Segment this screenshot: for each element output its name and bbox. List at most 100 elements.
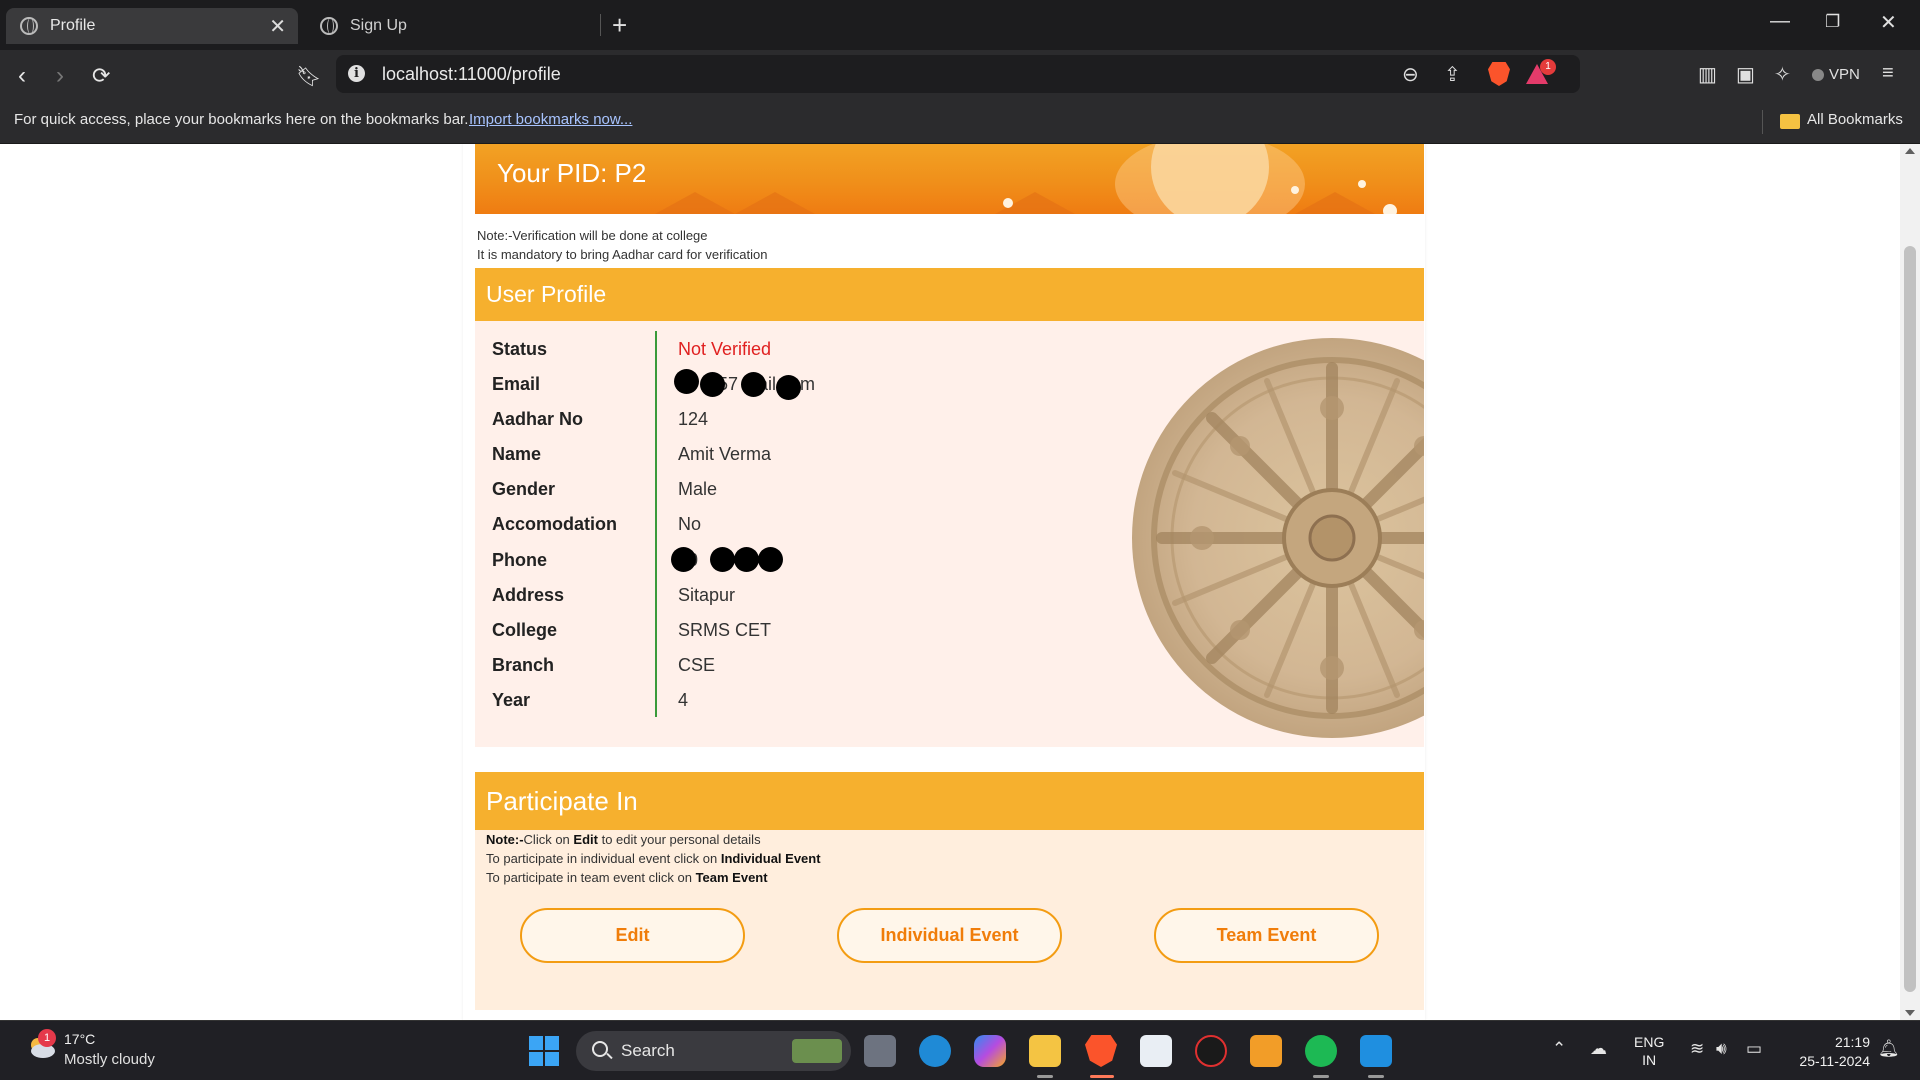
note-text: Click on	[523, 832, 574, 847]
region-code: IN	[1642, 1052, 1657, 1068]
microsoft-store-icon[interactable]	[1140, 1035, 1172, 1067]
chevron-up-icon[interactable]: ⌃	[1552, 1039, 1566, 1059]
edit-button[interactable]: Edit	[520, 908, 745, 963]
name-label: Name	[492, 444, 542, 464]
address-value: Sitapur	[678, 585, 736, 605]
vscode-icon[interactable]	[1360, 1035, 1392, 1067]
note-prefix: Note:-	[486, 832, 524, 847]
onedrive-icon[interactable]: ☁	[1590, 1039, 1607, 1059]
forward-button[interactable]: ›	[56, 62, 64, 90]
verification-note: Note:-Verification will be done at colle…	[477, 228, 708, 243]
note-text: To participate in individual event click…	[486, 851, 721, 866]
note-bold: Edit	[573, 832, 598, 847]
file-explorer-icon[interactable]	[1029, 1035, 1061, 1067]
share-icon[interactable]: ⇪	[1444, 62, 1461, 87]
redaction-mark	[710, 547, 735, 572]
rewards-badge: 1	[1540, 59, 1556, 75]
brave-shields-icon[interactable]	[1488, 62, 1510, 86]
wallet-icon[interactable]: ▣	[1736, 62, 1755, 87]
all-bookmarks-button[interactable]: All Bookmarks	[1807, 111, 1903, 128]
leo-ai-icon[interactable]: ✧	[1774, 62, 1791, 87]
notification-bell-icon[interactable]: 🔔︎	[1878, 1039, 1900, 1059]
language-indicator[interactable]: ENG IN	[1634, 1033, 1664, 1069]
team-note: To participate in team event click on Te…	[486, 870, 768, 885]
running-indicator	[1037, 1075, 1053, 1078]
tab-label: Profile	[50, 17, 96, 34]
active-indicator	[1090, 1075, 1114, 1078]
minimize-button[interactable]: —	[1770, 10, 1790, 33]
banner-mountain	[655, 192, 735, 214]
individual-event-button[interactable]: Individual Event	[837, 908, 1062, 963]
brave-browser-icon[interactable]	[1085, 1035, 1117, 1067]
redaction-mark	[758, 547, 783, 572]
redaction-mark	[671, 547, 696, 572]
restore-button[interactable]: ❐	[1825, 12, 1840, 32]
accomodation-value: No	[678, 514, 702, 534]
copilot-icon[interactable]	[974, 1035, 1006, 1067]
system-clock[interactable]: 21:19 25-11-2024	[1786, 1033, 1870, 1071]
close-tab-icon[interactable]: ✕	[269, 14, 286, 39]
pid-text: Your PID: P2	[497, 158, 647, 188]
app-icon-red[interactable]	[1195, 1035, 1227, 1067]
bookmark-icon[interactable]: 🔖︎	[296, 64, 321, 89]
name-value: Amit Verma	[678, 444, 772, 464]
college-value: SRMS CET	[678, 620, 772, 640]
tab-label: Sign Up	[350, 17, 407, 34]
accomodation-label: Accomodation	[492, 514, 618, 534]
spotify-icon[interactable]	[1305, 1035, 1337, 1067]
weather-badge: 1	[38, 1029, 56, 1047]
scroll-up-icon[interactable]	[1905, 148, 1915, 154]
page-scrollbar[interactable]	[1900, 144, 1920, 1020]
gender-label: Gender	[492, 479, 556, 499]
status-value: Not Verified	[678, 339, 772, 359]
battery-icon[interactable]: ▭	[1746, 1039, 1762, 1059]
tab-signup[interactable]: Sign Up	[306, 8, 596, 44]
url-text[interactable]: localhost:11000/profile	[382, 64, 561, 85]
weather-description[interactable]: Mostly cloudy	[64, 1051, 155, 1068]
scroll-down-icon[interactable]	[1905, 1010, 1915, 1016]
address-bar[interactable]: i localhost:11000/profile ⊖ ⇪ 1	[336, 55, 1580, 93]
bookmarks-message: For quick access, place your bookmarks h…	[14, 111, 469, 128]
vpn-label: VPN	[1829, 66, 1860, 83]
task-view-icon[interactable]	[864, 1035, 896, 1067]
konark-wheel-image	[1132, 338, 1424, 738]
participate-title: Participate In	[486, 786, 638, 816]
import-bookmarks-link[interactable]: Import bookmarks now...	[469, 111, 632, 128]
bookmarks-bar: For quick access, place your bookmarks h…	[0, 100, 1920, 144]
scrollbar-thumb[interactable]	[1904, 246, 1916, 992]
volume-icon[interactable]: 🔊︎	[1716, 1039, 1727, 1059]
banner-sparkle	[1291, 186, 1299, 194]
reload-button[interactable]: ⟳	[92, 63, 110, 89]
weather-temperature[interactable]: 17°C	[64, 1031, 95, 1047]
back-button[interactable]: ‹	[18, 62, 26, 90]
individual-note: To participate in individual event click…	[486, 851, 821, 866]
branch-value: CSE	[678, 655, 716, 675]
pid-banner: Your PID: P2	[475, 144, 1424, 214]
sidebar-toggle-icon[interactable]: ▥	[1698, 62, 1717, 87]
page-viewport: Your PID: P2 Note:-Verification will be …	[0, 144, 1900, 1020]
vpn-button[interactable]: VPN	[1812, 66, 1860, 83]
sublime-text-icon[interactable]	[1250, 1035, 1282, 1067]
aadhar-note: It is mandatory to bring Aadhar card for…	[477, 247, 768, 262]
zoom-icon[interactable]: ⊖	[1402, 62, 1419, 87]
edge-icon[interactable]	[919, 1035, 951, 1067]
taskbar-search[interactable]: Search	[576, 1031, 851, 1071]
wifi-icon[interactable]: ≋	[1690, 1039, 1704, 1059]
participate-section: Note:-Click on Edit to edit your persona…	[475, 830, 1424, 1010]
close-window-button[interactable]: ✕	[1880, 10, 1897, 35]
running-indicator	[1368, 1075, 1384, 1078]
menu-icon[interactable]: ≡	[1882, 62, 1894, 85]
clock-date: 25-11-2024	[1799, 1053, 1870, 1069]
email-label: Email	[492, 374, 541, 394]
redaction-mark	[776, 375, 801, 400]
user-profile-table: Status Not Verified Email 57 g ail.com A…	[475, 321, 1424, 747]
windows-start-icon[interactable]	[529, 1036, 559, 1066]
banner-sun	[1151, 144, 1269, 214]
tab-profile[interactable]: Profile ✕	[6, 8, 298, 44]
new-tab-button[interactable]: +	[612, 10, 627, 41]
address-label: Address	[492, 585, 565, 605]
team-event-button[interactable]: Team Event	[1154, 908, 1379, 963]
site-info-icon[interactable]: i	[348, 65, 365, 82]
taskbar: 1 17°C Mostly cloudy Search ⌃ ☁ ENG IN ≋…	[0, 1020, 1920, 1080]
year-label: Year	[492, 690, 531, 710]
